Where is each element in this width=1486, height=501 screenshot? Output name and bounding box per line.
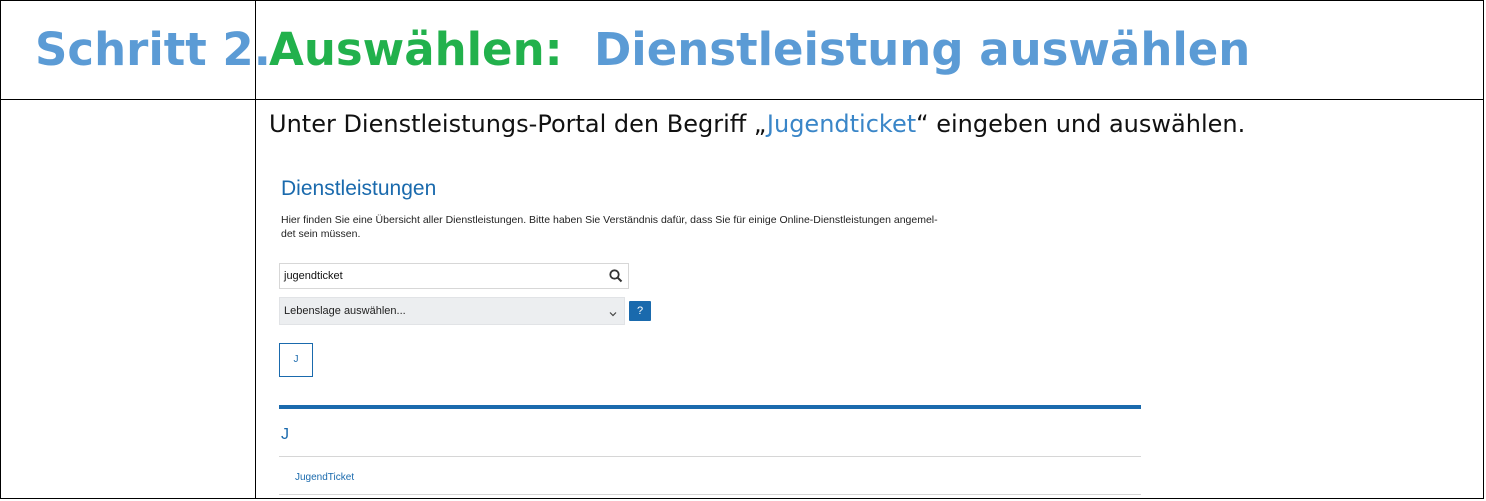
search-input-value: jugendticket <box>284 270 343 282</box>
step-title-subject: Dienstleistung auswählen <box>593 23 1251 76</box>
step-label: Schritt 2. <box>35 23 271 76</box>
section-divider-bar <box>279 405 1141 409</box>
portal-description: Hier finden Sie eine Übersicht aller Die… <box>281 213 1143 241</box>
portal-heading: Dienstleistungen <box>281 177 437 200</box>
portal-description-line: Hier finden Sie eine Übersicht aller Die… <box>281 214 938 226</box>
search-input[interactable]: jugendticket <box>279 263 629 289</box>
step-title: Auswählen: Dienstleistung auswählen <box>269 23 1250 76</box>
list-divider <box>279 494 1141 495</box>
table-row-divider <box>1 99 1483 100</box>
step-title-action: Auswählen: <box>269 23 563 76</box>
instruction-prefix: Unter Dienstleistungs-Portal den Begriff… <box>269 110 767 138</box>
result-link-jugendticket[interactable]: JugendTicket <box>295 472 354 483</box>
instruction-table: Schritt 2. Auswählen: Dienstleistung aus… <box>0 0 1484 499</box>
select-value: Lebenslage auswählen... <box>284 305 406 317</box>
search-icon[interactable] <box>608 268 624 284</box>
portal-screenshot: Dienstleistungen Hier finden Sie eine Üb… <box>279 171 1141 501</box>
list-divider <box>279 456 1141 457</box>
portal-description-line: det sein müssen. <box>281 228 361 240</box>
help-button[interactable]: ? <box>629 301 651 321</box>
section-letter-heading: J <box>281 426 289 443</box>
letter-filter-button[interactable]: J <box>279 343 313 377</box>
instruction-text: Unter Dienstleistungs-Portal den Begriff… <box>269 110 1245 138</box>
instruction-suffix: “ eingeben und auswählen. <box>916 110 1246 138</box>
instruction-keyword: Jugendticket <box>766 110 917 138</box>
chevron-down-icon <box>608 306 618 317</box>
life-situation-select[interactable]: Lebenslage auswählen... <box>279 297 625 325</box>
